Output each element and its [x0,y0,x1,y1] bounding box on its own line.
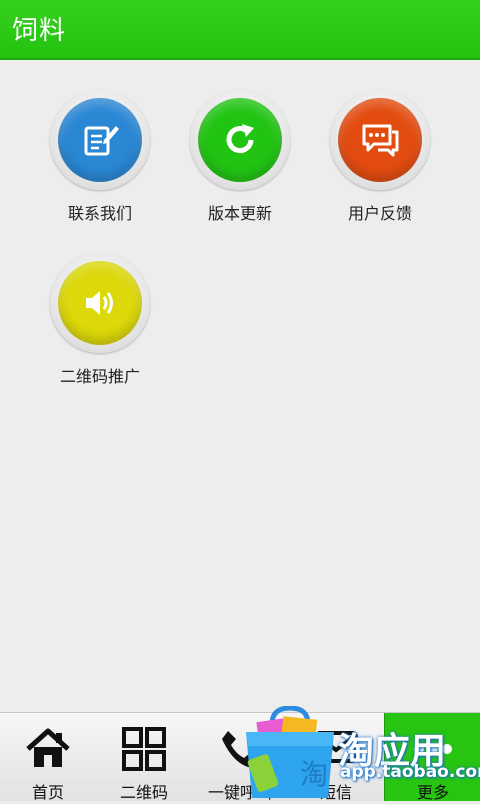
tab-label: 二维码 [119,783,168,802]
shopping-bag-logo: 淘 [246,705,334,798]
watermark-url: app.taobao.com [340,762,480,782]
speaker-icon [58,261,142,345]
svg-text:淘: 淘 [300,758,328,791]
menu-item-label: 联系我们 [67,204,132,223]
menu-item-label: 用户反馈 [347,204,412,223]
chat-bubbles-icon [338,98,422,182]
tab-home[interactable]: 首页 [0,713,96,802]
refresh-icon [198,98,282,182]
home-icon [26,728,70,767]
menu-item-label: 版本更新 [207,204,272,223]
title-bar: 饲料 [0,0,480,60]
page-title: 饲料 [12,16,67,46]
qr-code-icon [122,727,166,771]
tab-label: 首页 [31,783,64,802]
icon-ring [190,90,290,190]
icon-ring [50,90,150,190]
tab-qr-code[interactable]: 二维码 [96,713,192,802]
menu-item-label: 二维码推广 [59,367,140,386]
icon-ring [330,90,430,190]
contact-edit-icon [58,98,142,182]
app-store-watermark: 淘 淘应用 app.taobao.com [242,705,480,800]
icon-ring [50,253,150,353]
